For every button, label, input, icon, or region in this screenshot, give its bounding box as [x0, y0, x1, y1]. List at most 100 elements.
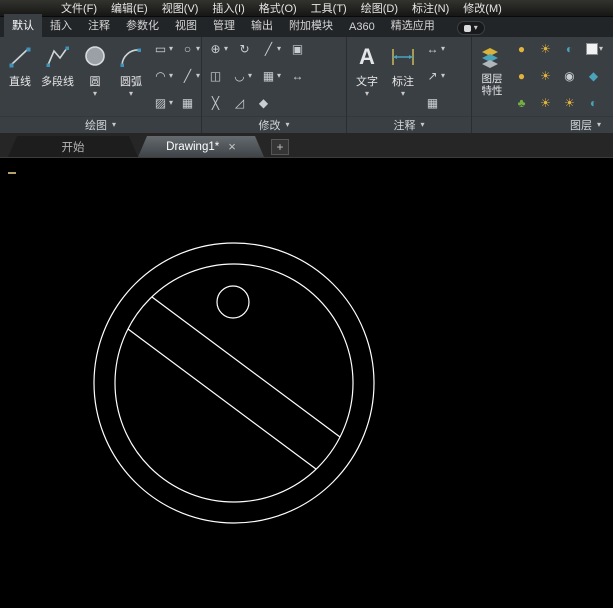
file-tab-drawing1-label: Drawing1*	[166, 141, 219, 153]
mirror-icon: ◫	[208, 69, 223, 83]
line-icon	[5, 42, 35, 72]
ribbon-tab-view[interactable]: 视图	[167, 14, 205, 37]
chevron-down-icon: ▾	[474, 24, 478, 32]
inner-circle	[115, 264, 353, 502]
ribbon-tab-insert[interactable]: 插入	[42, 14, 80, 37]
annotate-panel-label[interactable]: 注释 ▾	[347, 116, 471, 133]
layers-panel-label-text: 图层	[570, 117, 592, 133]
draw-small-tools: ▭ ▾ ○ ▾ ◠ ▾ ╱ ▾	[153, 40, 200, 112]
ribbon-tab-parametric[interactable]: 参数化	[118, 14, 167, 37]
explode-tool-button[interactable]: ◆	[256, 96, 271, 110]
circle-tool-label: 圆	[90, 73, 101, 89]
chevron-down-icon: ▾	[441, 72, 445, 80]
rotate-tool-button[interactable]: ↻	[237, 42, 252, 56]
copy-tool-button[interactable]: ▣	[290, 42, 305, 56]
file-tab-bar: 开始 Drawing1* × +	[0, 133, 613, 158]
close-icon[interactable]: ×	[228, 140, 236, 153]
hatch-icon: ▨	[153, 96, 168, 110]
layers-panel-label[interactable]: 图层 ▾	[472, 116, 613, 133]
stretch-tool-button[interactable]: ↔	[290, 69, 305, 83]
layer-freeze-button[interactable]: ☀	[538, 42, 553, 56]
layer-thaw-all-button[interactable]: ☀	[562, 96, 577, 110]
arc-tool-label: 圆弧	[120, 73, 142, 89]
linear-dimension-icon: ↔	[425, 42, 440, 56]
arc-icon	[116, 42, 146, 72]
arc-dropdown-icon[interactable]: ▾	[129, 90, 133, 98]
ribbon-tab-a360[interactable]: A360	[341, 18, 383, 37]
array-tool-button[interactable]: ▦ ▾	[261, 69, 281, 83]
sun-icon: ☀	[538, 69, 553, 83]
dimension-tool-button[interactable]: 标注 ▾	[385, 40, 421, 100]
circle-tool-button[interactable]: 圆 ▾	[77, 40, 113, 100]
spline-icon: ╱	[180, 69, 195, 83]
table-tool-button[interactable]: ▦	[425, 96, 440, 110]
layer-freeze-all-button[interactable]: ☀	[538, 96, 553, 110]
panel-annotate-content: A 文字 ▾ 标注 ▾	[347, 37, 471, 116]
layer-thaw-button[interactable]: ☀	[538, 69, 553, 83]
chevron-down-icon: ▾	[196, 72, 200, 80]
layer-off-button[interactable]: ●	[514, 69, 529, 83]
layer-lock-button[interactable]: ◉	[562, 69, 577, 83]
modify-panel-label[interactable]: 修改 ▾	[202, 116, 346, 133]
ribbon-tab-manage[interactable]: 管理	[205, 14, 243, 37]
ribbon-tab-featured-apps[interactable]: 精选应用	[383, 14, 443, 37]
leader-tool-button[interactable]: ↗ ▾	[425, 69, 445, 83]
text-dropdown-icon[interactable]: ▾	[365, 90, 369, 98]
ribbon-collapse-button[interactable]: ▾	[457, 21, 485, 35]
new-tab-button[interactable]: +	[271, 139, 289, 155]
file-tab-drawing1[interactable]: Drawing1* ×	[138, 136, 264, 157]
trim-tool-button[interactable]: ╱ ▾	[261, 42, 281, 56]
arc-tool-button[interactable]: 圆弧 ▾	[113, 40, 149, 100]
scale-tool-button[interactable]: ◿	[232, 96, 247, 110]
mirror-tool-button[interactable]: ◫	[208, 69, 223, 83]
stretch-icon: ↔	[290, 69, 305, 83]
trim-icon: ╱	[261, 42, 276, 56]
ribbon-tab-addins[interactable]: 附加模块	[281, 14, 341, 37]
circle-dropdown-icon[interactable]: ▾	[93, 90, 97, 98]
erase-tool-button[interactable]: ╳	[208, 96, 223, 110]
ribbon-tab-output[interactable]: 输出	[243, 14, 281, 37]
line-tool-button[interactable]: 直线	[2, 40, 38, 91]
layer-isolate-button[interactable]: ◐	[562, 42, 577, 56]
gradient-tool-button[interactable]: ▦	[180, 96, 195, 110]
color-swatch	[586, 43, 598, 55]
chevron-down-icon: ▾	[248, 72, 252, 80]
draw-panel-label[interactable]: 绘图 ▾	[0, 116, 201, 133]
hatch-tool-button[interactable]: ▨ ▾	[153, 96, 173, 110]
ribbon-tab-bar: 默认 插入 注释 参数化 视图 管理 输出 附加模块 A360 精选应用 ▾	[0, 17, 613, 37]
panel-draw-content: 直线 多段线 圆 ▾	[0, 37, 201, 116]
sun-icon: ☀	[538, 96, 553, 110]
rectangle-tool-button[interactable]: ▭ ▾	[153, 42, 173, 56]
layer-merge-button[interactable]: ◐	[586, 96, 601, 110]
ellipse-tool-button[interactable]: ○ ▾	[180, 42, 200, 56]
ribbon-tab-home[interactable]: 默认	[4, 14, 42, 37]
layer-properties-label: 图层 特性	[482, 73, 503, 97]
arc-variant-tool-button[interactable]: ◠ ▾	[153, 69, 173, 83]
move-tool-button[interactable]: ⊕ ▾	[208, 42, 228, 56]
text-tool-label: 文字	[356, 73, 378, 89]
sun-icon: ☀	[562, 96, 577, 110]
chevron-down-icon: ▾	[169, 45, 173, 53]
layer-tools-grid: ● ☀ ◐ ▾ ●	[510, 40, 613, 112]
fillet-tool-button[interactable]: ◡ ▾	[232, 69, 252, 83]
move-icon: ⊕	[208, 42, 223, 56]
modify-panel-label-text: 修改	[258, 117, 280, 133]
panel-draw: 直线 多段线 圆 ▾	[0, 37, 202, 133]
linear-dimension-button[interactable]: ↔ ▾	[425, 42, 445, 56]
file-tab-start[interactable]: 开始	[8, 136, 138, 157]
ribbon-tab-annotate[interactable]: 注释	[80, 14, 118, 37]
layer-on-button[interactable]: ●	[514, 42, 529, 56]
layer-properties-button[interactable]: 图层 特性	[474, 40, 510, 99]
dimension-dropdown-icon[interactable]: ▾	[401, 90, 405, 98]
polyline-tool-button[interactable]: 多段线	[38, 40, 77, 91]
spline-tool-button[interactable]: ╱ ▾	[180, 69, 200, 83]
layer-match-button[interactable]: ◆	[586, 69, 601, 83]
file-tab-start-label: 开始	[62, 139, 85, 155]
layer-walk-button[interactable]: ♣	[514, 96, 529, 110]
menu-modify[interactable]: 修改(M)	[456, 0, 509, 16]
drawing-canvas[interactable]	[0, 158, 613, 608]
text-icon: A	[352, 42, 382, 72]
text-tool-button[interactable]: A 文字 ▾	[349, 40, 385, 100]
panel-modify: ⊕ ▾ ↻ ╱ ▾ ▣ ◫	[202, 37, 347, 133]
layer-color-button[interactable]: ▾	[586, 43, 603, 55]
